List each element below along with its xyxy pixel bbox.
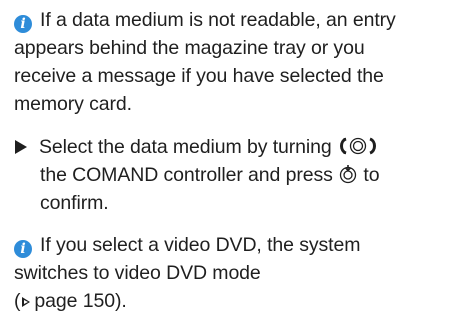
manual-page: i If a data medium is not readable, an en… <box>0 0 461 331</box>
controller-press-icon <box>338 164 358 184</box>
note-line: i If you select a video DVD, the system <box>14 231 454 259</box>
page-reference-text[interactable]: page 150). <box>34 290 126 312</box>
note-line: memory card. <box>14 93 132 115</box>
note-line: i If a data medium is not readable, an en… <box>14 6 454 34</box>
step-text: Select the data medium by turning <box>39 136 332 158</box>
page-reference[interactable]: ( page 150). <box>14 287 454 315</box>
note-text: If you select a video DVD, the system <box>40 234 361 256</box>
step-text: to <box>363 164 380 186</box>
step-line: Select the data medium by turning <box>14 133 454 161</box>
info-icon: i <box>14 15 32 33</box>
note-line: receive a message if you have selected t… <box>14 65 384 87</box>
page-reference-arrow-icon <box>22 297 31 307</box>
step-line: confirm. <box>40 192 109 214</box>
info-note-unreadable-medium: i If a data medium is not readable, an en… <box>14 6 454 118</box>
note-line: appears behind the magazine tray or you <box>14 37 365 59</box>
info-note-video-dvd: i If you select a video DVD, the system s… <box>14 231 454 315</box>
controller-turn-icon <box>337 136 379 156</box>
step-select-data-medium: Select the data medium by turning the CO… <box>14 133 454 217</box>
note-line: switches to video DVD mode <box>14 262 261 284</box>
step-line: the COMAND controller and press to <box>14 161 454 189</box>
ref-open-paren: ( <box>14 290 21 312</box>
note-text: If a data medium is not readable, an ent… <box>40 9 396 31</box>
info-icon: i <box>14 240 32 258</box>
step-text: the COMAND controller and press <box>40 164 333 186</box>
triangle-bullet-icon <box>15 140 27 154</box>
